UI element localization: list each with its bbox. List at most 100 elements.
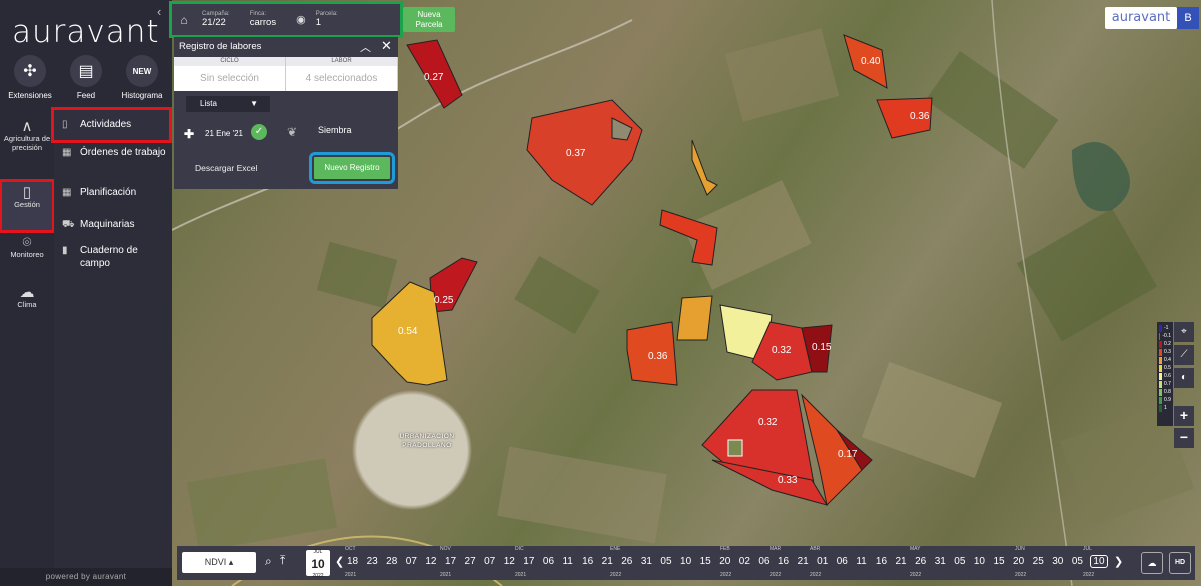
compare-icon[interactable]: ◐ (1174, 368, 1194, 388)
farm-selector[interactable]: Finca: carros (236, 11, 282, 28)
timeline-day[interactable]: 06 (837, 556, 848, 567)
labor-filter[interactable]: LABOR 4 seleccionados (286, 57, 398, 91)
timeline-day[interactable]: 16 (876, 556, 887, 567)
timeline-day[interactable]: 18 (347, 556, 358, 567)
new-field-button[interactable]: Nueva Parcela (403, 7, 455, 32)
chevron-up-icon[interactable]: ︿ (360, 39, 371, 55)
app-logo[interactable]: auravant (12, 14, 160, 50)
timeline-day[interactable]: 31 (935, 556, 946, 567)
timeline-day[interactable]: 05 (660, 556, 671, 567)
home-icon[interactable]: ⌂ (172, 13, 196, 27)
timeline-day[interactable]: 26 (915, 556, 926, 567)
rail-item-clima[interactable]: ☁ Clima (2, 285, 52, 309)
user-avatar[interactable]: B (1177, 7, 1199, 29)
rail-item-gestion[interactable]: ▯ Gestión (0, 179, 55, 233)
legend-entry: 0.4 (1159, 356, 1171, 364)
field-selector[interactable]: Parcela: 1 (310, 11, 344, 28)
timeline-day[interactable]: 28 (386, 556, 397, 567)
timeline-day[interactable]: 30 (1052, 556, 1063, 567)
field-value-label: 0.36 (910, 111, 930, 122)
ruler-icon[interactable]: ⟋ (1174, 345, 1194, 365)
timeline-day[interactable]: 05 (1072, 556, 1083, 567)
timeline-day[interactable]: 05 (954, 556, 965, 567)
legend-entry: 1 (1159, 404, 1171, 412)
legend-entry: -1 (1159, 324, 1171, 332)
cycle-filter[interactable]: CICLO Sin selección (174, 57, 286, 91)
eye-icon[interactable]: ◉ (282, 13, 310, 26)
hd-toggle[interactable]: HD (1169, 552, 1191, 574)
zoom-out-button[interactable]: − (1174, 428, 1194, 448)
download-excel-link[interactable]: Descargar Excel (195, 163, 257, 173)
zoom-in-button[interactable]: + (1174, 406, 1194, 426)
close-icon[interactable]: ✕ (381, 38, 392, 54)
timeline-day[interactable]: 07 (484, 556, 495, 567)
upload-icon[interactable]: ⤒ (280, 553, 285, 568)
plus-icon[interactable]: ✚ (184, 127, 194, 141)
timeline-day[interactable]: 31 (641, 556, 652, 567)
check-icon[interactable]: ✓ (251, 124, 267, 140)
submenu-item-ordenes[interactable]: ▦ Órdenes de trabajo (62, 146, 170, 159)
timeline-day[interactable]: 07 (406, 556, 417, 567)
calendar-icon: ▦ (62, 187, 72, 198)
timeline-day[interactable]: 10 (1090, 555, 1108, 568)
legend-entry: 0.6 (1159, 372, 1171, 380)
timeline-month: ENE (610, 546, 621, 552)
rail-item-label: Clima (17, 300, 37, 309)
legend-label: 0.7 (1164, 381, 1171, 387)
timeline-day[interactable]: 17 (523, 556, 534, 567)
new-record-button[interactable]: Nuevo Registro (309, 152, 395, 184)
timeline-day[interactable]: 12 (504, 556, 515, 567)
calendar-year: 2022 (312, 573, 324, 579)
left-rail: auravant ‹ ✣ Extensiones ▤ Feed NEW Hist… (0, 0, 172, 586)
search-icon[interactable]: ⌕ (265, 554, 272, 569)
timeline-day[interactable]: 02 (739, 556, 750, 567)
legend-entry: 0.9 (1159, 396, 1171, 404)
histogram-button[interactable]: NEW Histograma (112, 55, 172, 100)
cloud-toggle-icon[interactable]: ☁ (1141, 552, 1163, 574)
farm-value: carros (249, 17, 277, 28)
rail-item-monitoreo[interactable]: ⌾ Monitoreo (2, 235, 52, 259)
timeline-day[interactable]: 21 (602, 556, 613, 567)
timeline-day[interactable]: 20 (1013, 556, 1024, 567)
chart-line-icon: ∧ (21, 118, 33, 135)
extensions-button[interactable]: ✣ Extensiones (0, 55, 60, 100)
submenu-item-cuaderno[interactable]: ▮ Cuaderno de campo (62, 244, 170, 270)
timeline-day[interactable]: 06 (543, 556, 554, 567)
timeline-day[interactable]: 26 (621, 556, 632, 567)
timeline-day[interactable]: 23 (367, 556, 378, 567)
timeline-day[interactable]: 25 (1033, 556, 1044, 567)
timeline-day[interactable]: 21 (798, 556, 809, 567)
timeline-day[interactable]: 10 (680, 556, 691, 567)
chevron-right-icon[interactable]: ❯ (1114, 555, 1123, 568)
timeline-day[interactable]: 16 (582, 556, 593, 567)
timeline-day[interactable]: 12 (425, 556, 436, 567)
legend-entry: 0.3 (1159, 348, 1171, 356)
timeline-day[interactable]: 06 (758, 556, 769, 567)
document-icon: ▯ (62, 119, 68, 130)
index-selector[interactable]: NDVI ▴ (182, 552, 256, 573)
collapse-icon[interactable]: ‹ (157, 4, 161, 19)
timeline-day[interactable]: 15 (700, 556, 711, 567)
submenu-item-planificacion[interactable]: ▦ Planificación (62, 186, 170, 199)
submenu-item-maquinarias[interactable]: ⛟ Maquinarias (62, 218, 170, 231)
chevron-left-icon[interactable]: ❮ (335, 555, 344, 568)
timeline-day[interactable]: 21 (896, 556, 907, 567)
submenu-item-actividades[interactable]: ▯ Actividades (51, 107, 172, 143)
timeline-year: 2021 (440, 572, 452, 578)
timeline-day[interactable]: 10 (974, 556, 985, 567)
timeline-day[interactable]: 15 (993, 556, 1004, 567)
timeline-day[interactable]: 01 (817, 556, 828, 567)
location-pin-icon[interactable]: ⌖ (1174, 322, 1194, 342)
timeline-day[interactable]: 11 (562, 556, 572, 567)
feed-button[interactable]: ▤ Feed (56, 55, 116, 100)
rail-item-agricultura[interactable]: ∧ Agricultura de precisión (2, 118, 52, 152)
tractor-icon: ⛟ (62, 219, 75, 230)
timeline-day[interactable]: 20 (719, 556, 730, 567)
calendar-button[interactable]: JUL 10 2022 (306, 550, 330, 579)
timeline-day[interactable]: 16 (778, 556, 789, 567)
campaign-selector[interactable]: Campaña: 21/22 (196, 11, 236, 28)
timeline-day[interactable]: 17 (445, 556, 456, 567)
timeline-day[interactable]: 27 (465, 556, 476, 567)
timeline-day[interactable]: 11 (856, 556, 866, 567)
view-dropdown[interactable]: Lista ▼ (186, 96, 270, 112)
